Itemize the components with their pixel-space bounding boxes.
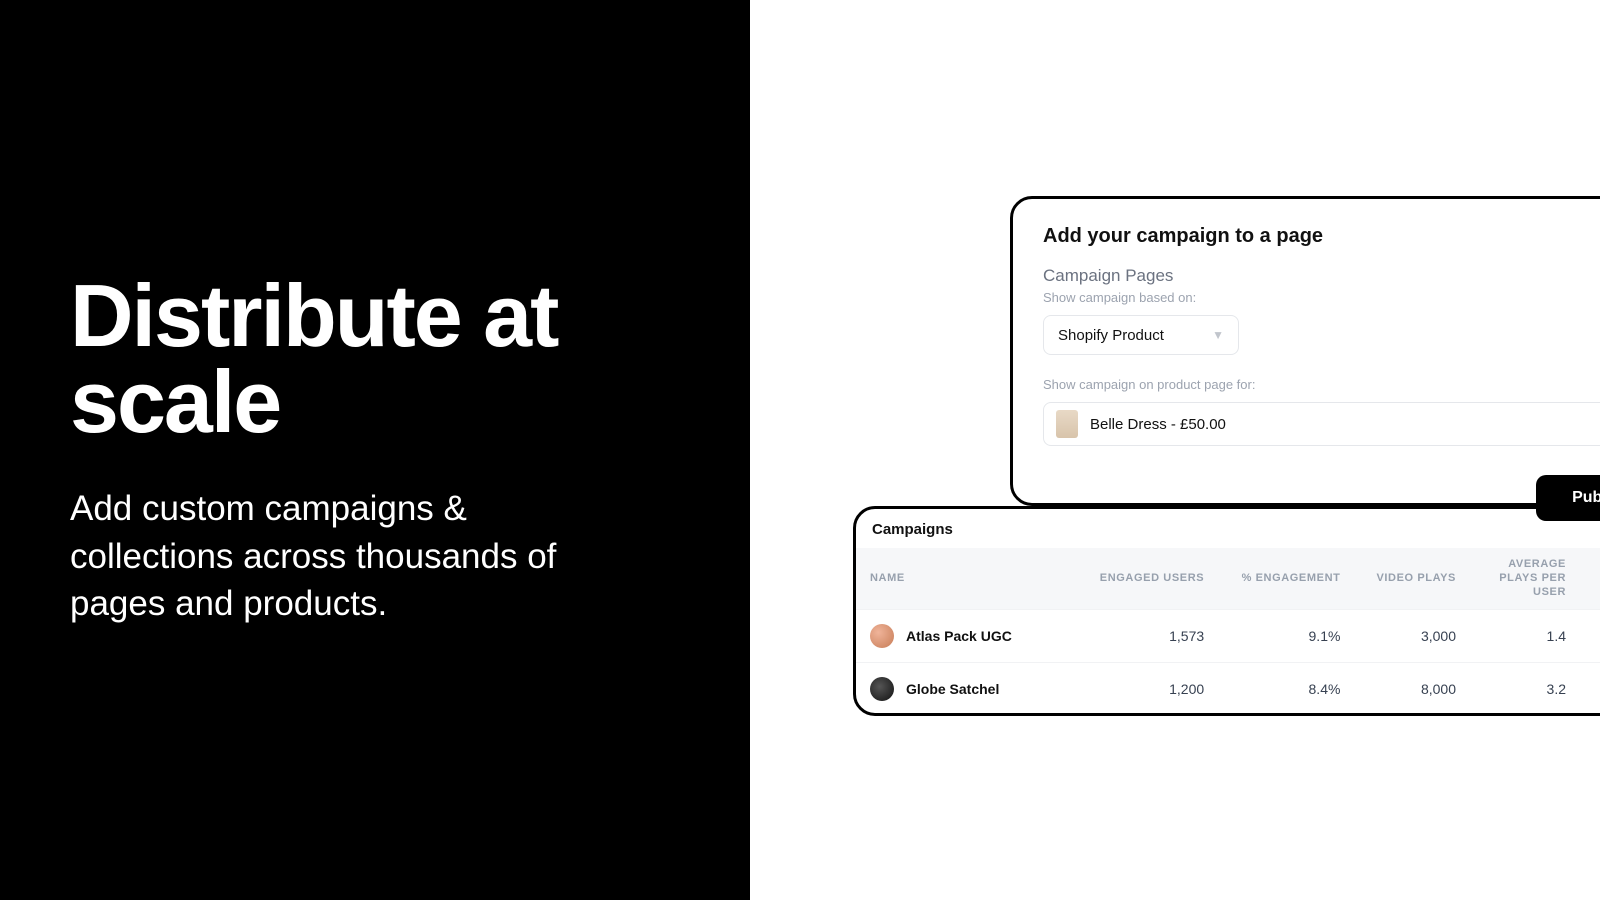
hero-headline: Distribute at scale	[70, 273, 680, 445]
campaigns-table: NAME ENGAGED USERS % ENGAGEMENT VIDEO PL…	[856, 548, 1600, 715]
col-avg[interactable]: AVERAGE PLAYS PER USER	[1470, 548, 1580, 610]
campaign-name: Atlas Pack UGC	[906, 628, 1012, 644]
based-on-value: Shopify Product	[1058, 327, 1164, 344]
publish-button[interactable]: Publish	[1536, 475, 1600, 521]
campaigns-title: Campaigns	[856, 509, 1600, 548]
selected-product-label: Belle Dress - £50.00	[1090, 416, 1226, 433]
cell-plays: 3,000	[1354, 610, 1470, 663]
cell-avg: 3.2	[1470, 663, 1580, 716]
col-plays[interactable]: VIDEO PLAYS	[1354, 548, 1470, 610]
cell-engaged: 1,200	[1076, 663, 1218, 716]
col-name[interactable]: NAME	[856, 548, 1076, 610]
cell-pct: 9.1%	[1218, 610, 1354, 663]
cell-pct: 8.4%	[1218, 663, 1354, 716]
cell-view: 9h 45m	[1580, 610, 1600, 663]
on-page-hint: Show campaign on product page for:	[1043, 377, 1600, 392]
cell-view: 3m 45s	[1580, 663, 1600, 716]
cell-plays: 8,000	[1354, 663, 1470, 716]
cell-avg: 1.4	[1470, 610, 1580, 663]
based-on-select[interactable]: Shopify Product ▼	[1043, 315, 1239, 355]
cell-engaged: 1,573	[1076, 610, 1218, 663]
publish-label: Publish	[1572, 489, 1600, 507]
col-engaged[interactable]: ENGAGED USERS	[1076, 548, 1218, 610]
chevron-down-icon: ▼	[1212, 328, 1224, 342]
hero-panel: Distribute at scale Add custom campaigns…	[0, 0, 750, 900]
table-row[interactable]: Atlas Pack UGC 1,573 9.1% 3,000 1.4 9h 4…	[856, 610, 1600, 663]
product-thumb-icon	[1056, 410, 1078, 438]
campaign-avatar-icon	[870, 624, 894, 648]
add-campaign-card: Add your campaign to a page Campaign Pag…	[1010, 196, 1600, 506]
col-view[interactable]: VIEWING TIME	[1580, 548, 1600, 610]
campaign-avatar-icon	[870, 677, 894, 701]
campaign-pages-label: Campaign Pages	[1043, 266, 1600, 286]
table-header-row: NAME ENGAGED USERS % ENGAGEMENT VIDEO PL…	[856, 548, 1600, 610]
campaigns-card: Campaigns NAME ENGAGED USERS % ENGAGEMEN…	[853, 506, 1600, 716]
campaign-name: Globe Satchel	[906, 681, 999, 697]
config-title: Add your campaign to a page	[1043, 225, 1600, 248]
hero-subline: Add custom campaigns & collections acros…	[70, 485, 630, 627]
table-row[interactable]: Globe Satchel 1,200 8.4% 8,000 3.2 3m 45…	[856, 663, 1600, 716]
col-pct[interactable]: % ENGAGEMENT	[1218, 548, 1354, 610]
selected-product-row[interactable]: Belle Dress - £50.00	[1043, 402, 1600, 446]
based-on-hint: Show campaign based on:	[1043, 290, 1600, 305]
